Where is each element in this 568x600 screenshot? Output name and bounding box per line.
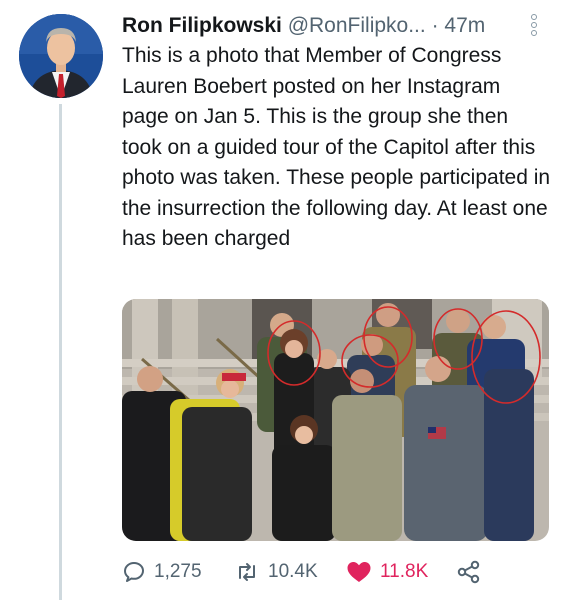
- retweet-icon: [239, 563, 255, 581]
- heart-icon: [347, 562, 371, 582]
- share-button[interactable]: [456, 555, 490, 589]
- more-options-icon[interactable]: [525, 14, 543, 36]
- action-bar: 1,275 10.4K 11.8K: [122, 555, 552, 589]
- tweet-header: Ron Filipkowski @RonFilipko... · 47m: [122, 10, 542, 42]
- retweet-count: 10.4K: [268, 561, 318, 582]
- author-name[interactable]: Ron Filipkowski: [122, 14, 282, 37]
- like-count: 11.8K: [380, 561, 429, 582]
- retweet-button[interactable]: 10.4K: [234, 555, 318, 589]
- share-icon: [457, 560, 480, 584]
- tweet-photo[interactable]: [122, 299, 549, 541]
- reply-count: 1,275: [154, 561, 202, 582]
- tweet-text: This is a photo that Member of Congress …: [122, 44, 551, 250]
- avatar[interactable]: [19, 14, 103, 98]
- like-button[interactable]: 11.8K: [346, 555, 428, 589]
- timestamp[interactable]: 47m: [444, 14, 485, 37]
- thread-line: [59, 104, 62, 600]
- reply-button[interactable]: 1,275: [122, 555, 202, 589]
- author-handle[interactable]: @RonFilipko...: [288, 14, 426, 37]
- reply-icon: [124, 562, 144, 582]
- separator-dot: ·: [431, 14, 439, 37]
